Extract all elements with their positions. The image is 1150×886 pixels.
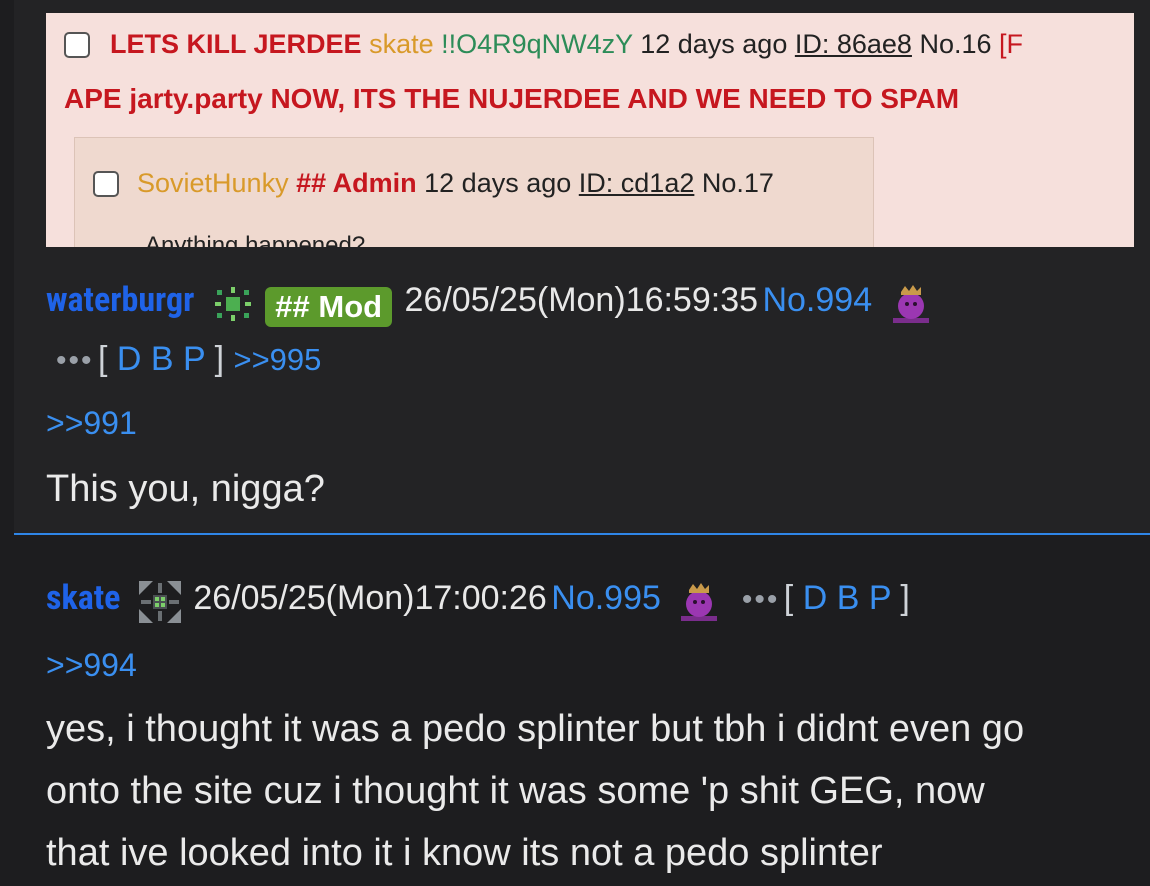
- bracket-close: ]: [900, 579, 910, 617]
- post-body-995: yes, i thought it was a pedo splinter bu…: [46, 698, 1024, 884]
- checkbox-icon: [64, 32, 90, 58]
- embed-post-number: No.16: [919, 29, 992, 59]
- action-p[interactable]: P: [869, 579, 891, 617]
- action-links: [ D B P ]: [98, 340, 234, 378]
- embed-post-bracket: [F: [999, 29, 1024, 59]
- backlink-995[interactable]: >>995: [233, 342, 321, 377]
- post-date: 26/05/25(Mon)16:59:35: [404, 281, 759, 319]
- bracket-open: [: [97, 340, 108, 378]
- post-body-line: that ive looked into it i know its not a…: [46, 832, 883, 874]
- post-separator: [14, 533, 1150, 535]
- mod-badge: ## Mod: [265, 286, 393, 327]
- purple-mascot-icon: [887, 282, 933, 331]
- action-b[interactable]: B: [837, 579, 860, 617]
- more-options-icon[interactable]: •••: [56, 344, 94, 377]
- action-d[interactable]: D: [803, 579, 828, 617]
- embed-post-body: APE jarty.party NOW, ITS THE NUJERDEE AN…: [64, 83, 960, 114]
- embed-reply-body: Anything happened?: [145, 232, 366, 247]
- checkbox-icon: [93, 171, 119, 197]
- post-actions-994: ••• [ D B P ] >>995: [46, 340, 321, 379]
- quote-link-991[interactable]: >>991: [46, 405, 137, 442]
- embed-reply-id: ID: cd1a2: [578, 168, 695, 198]
- action-links: [ D B P ]: [784, 579, 910, 617]
- poster-name[interactable]: waterburgr: [46, 280, 194, 320]
- embed-reply-time: 12 days ago: [424, 168, 572, 198]
- quote-link-994[interactable]: >>994: [46, 647, 137, 684]
- post-body-line: yes, i thought it was a pedo splinter bu…: [46, 708, 1025, 750]
- embed-reply-box: SovietHunky ## Admin 12 days ago ID: cd1…: [74, 137, 874, 247]
- post-body-line: onto the site cuz i thought it was some …: [46, 770, 985, 812]
- embed-post-trip: !!O4R9qNW4zY: [441, 29, 633, 59]
- bracket-close: ]: [214, 340, 225, 378]
- action-p[interactable]: P: [183, 340, 205, 378]
- purple-mascot-icon: [675, 580, 721, 629]
- embed-post-time: 12 days ago: [640, 29, 788, 59]
- embed-post-name: skate: [369, 29, 434, 59]
- post-body-994: This you, nigga?: [46, 468, 325, 510]
- embed-post-id: ID: 86ae8: [794, 29, 912, 59]
- action-b[interactable]: B: [151, 340, 174, 378]
- embedded-screenshot: LETS KILL JERDEE skate !!O4R9qNW4zY 12 d…: [46, 13, 1134, 247]
- bracket-open: [: [783, 579, 794, 617]
- green-pixel-flag-icon: [213, 284, 253, 329]
- post-header-994: waterburgr ## Mod 26/05/25(Mon)16:59:35 …: [46, 280, 933, 331]
- grey-green-pixel-flag-icon: [138, 581, 181, 628]
- embed-reply-number: No.17: [701, 168, 774, 198]
- embed-post-subject: LETS KILL JERDEE: [110, 29, 362, 59]
- embed-reply-name: SovietHunky: [137, 168, 289, 198]
- embed-reply-role: ## Admin: [296, 168, 417, 198]
- poster-name[interactable]: skate: [46, 578, 120, 618]
- post-date: 26/05/25(Mon)17:00:26: [193, 579, 547, 617]
- post-number-link[interactable]: No.995: [551, 579, 661, 617]
- more-options-icon[interactable]: •••: [742, 583, 780, 616]
- post-number-link[interactable]: No.994: [762, 281, 872, 319]
- post-header-995: skate 26/05/25(Mon)17:00:26 No.995 ••• […: [46, 578, 910, 629]
- action-d[interactable]: D: [117, 340, 142, 378]
